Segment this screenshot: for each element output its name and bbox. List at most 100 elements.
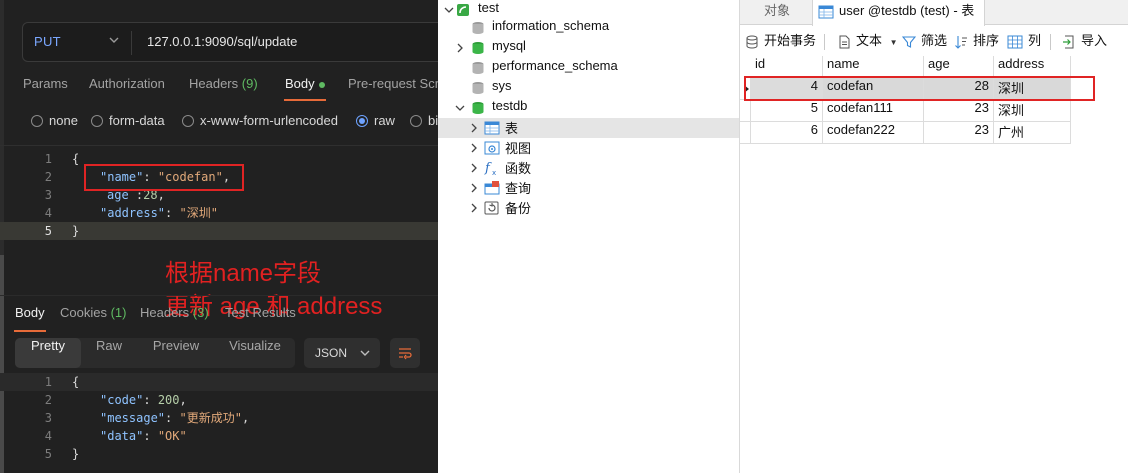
json-key: "code" bbox=[100, 393, 144, 407]
code-line: 3 "message": "更新成功", bbox=[0, 409, 438, 427]
json-sep: : bbox=[165, 411, 180, 425]
resp-tab-body[interactable]: Body bbox=[15, 305, 45, 320]
chevron-down-icon[interactable] bbox=[358, 346, 372, 360]
view-pretty[interactable]: Pretty bbox=[15, 338, 81, 368]
tree-db-mysql[interactable]: mysql bbox=[438, 38, 739, 58]
chevron-right-icon[interactable] bbox=[468, 142, 480, 154]
toolbar-label: 列 bbox=[1028, 33, 1042, 48]
cookies-count: (1) bbox=[110, 305, 127, 320]
tab-body[interactable]: Body bbox=[285, 76, 325, 91]
column-header-name[interactable]: name bbox=[823, 56, 924, 78]
radio-none[interactable]: none bbox=[31, 113, 78, 128]
chevron-down-icon[interactable] bbox=[443, 4, 455, 16]
table-cell[interactable]: 23 bbox=[924, 122, 994, 144]
table-cell[interactable]: 5 bbox=[751, 100, 823, 122]
svg-text:x: x bbox=[492, 169, 496, 176]
code-text: "address": "深圳" bbox=[100, 204, 218, 222]
radio-label: form-data bbox=[109, 113, 165, 128]
chevron-right-icon[interactable] bbox=[454, 42, 466, 54]
chevron-right-icon[interactable] bbox=[468, 122, 480, 134]
table-cell[interactable]: 广州 bbox=[994, 122, 1071, 144]
grid-toolbar: 开始事务 文本 ▼ 筛选 排序 列 导入 bbox=[740, 30, 1128, 54]
line-number: 4 bbox=[44, 429, 52, 443]
table-cell[interactable]: codefan222 bbox=[823, 122, 924, 144]
column-header-age[interactable]: age bbox=[924, 56, 994, 78]
tree-db-testdb[interactable]: testdb bbox=[438, 98, 739, 118]
chevron-down-icon[interactable] bbox=[107, 33, 121, 47]
code-line: 1 { bbox=[0, 373, 438, 391]
radio-circle bbox=[410, 114, 422, 127]
tab-params[interactable]: Params bbox=[23, 76, 68, 91]
tab-user-table[interactable]: user @testdb (test) - 表 bbox=[812, 0, 986, 26]
tree-connection-test[interactable]: test bbox=[438, 0, 739, 20]
line-number: 4 bbox=[44, 206, 52, 220]
tree-node-views[interactable]: 视图 bbox=[438, 138, 739, 158]
method-select[interactable]: PUT bbox=[34, 34, 61, 49]
table-cell[interactable]: 6 bbox=[751, 122, 823, 144]
sort-button[interactable]: 排序 bbox=[954, 30, 999, 54]
code-text: "data": "OK" bbox=[100, 427, 187, 445]
table-cell[interactable]: 深圳 bbox=[994, 100, 1071, 122]
resp-tab-headers[interactable]: Headers (3) bbox=[140, 305, 209, 320]
wrap-lines-icon bbox=[399, 348, 412, 360]
column-header-address[interactable]: address bbox=[994, 56, 1071, 78]
json-key: "address" bbox=[100, 206, 166, 220]
api-client-panel: PUT 127.0.0.1:9090/sql/update Params Aut… bbox=[0, 0, 438, 473]
database-icon bbox=[472, 22, 484, 34]
tree-node-queries[interactable]: 查询 bbox=[438, 178, 739, 198]
tree-label: performance_schema bbox=[492, 58, 618, 73]
row-selector[interactable] bbox=[740, 100, 751, 122]
toolbar-label: 开始事务 bbox=[764, 33, 817, 48]
toolbar-label: 文本 bbox=[856, 33, 883, 48]
tab-objects[interactable]: 对象 bbox=[754, 0, 800, 25]
code-text: "message": "更新成功", bbox=[100, 409, 249, 427]
chevron-right-icon[interactable] bbox=[468, 202, 480, 214]
database-icon bbox=[472, 42, 484, 54]
annotation-line-1: 根据name字段 bbox=[165, 260, 322, 287]
json-value: "OK" bbox=[157, 429, 187, 443]
radio-binary[interactable]: bi bbox=[410, 113, 438, 128]
chevron-right-icon[interactable] bbox=[468, 162, 480, 174]
tab-pre-request-script[interactable]: Pre-request Scr bbox=[348, 76, 438, 91]
columns-icon bbox=[1007, 35, 1023, 49]
row-selector[interactable] bbox=[740, 122, 751, 144]
view-preview[interactable]: Preview bbox=[140, 338, 212, 368]
columns-button[interactable]: 列 bbox=[1007, 30, 1041, 54]
wrap-lines-button[interactable] bbox=[390, 338, 420, 368]
line-number: 1 bbox=[44, 152, 52, 166]
chevron-down-icon[interactable] bbox=[454, 102, 466, 114]
tree-label: testdb bbox=[492, 98, 528, 113]
chevron-right-icon[interactable] bbox=[468, 182, 480, 194]
radio-label: none bbox=[49, 113, 78, 128]
json-sep: : bbox=[143, 393, 158, 407]
radio-raw[interactable]: raw bbox=[356, 113, 395, 128]
tree-node-functions[interactable]: fx 函数 bbox=[438, 158, 739, 178]
tab-headers[interactable]: Headers (9) bbox=[189, 76, 258, 91]
import-button[interactable]: 导入 bbox=[1062, 30, 1107, 54]
view-visualize[interactable]: Visualize bbox=[215, 338, 295, 368]
radio-label: bi bbox=[428, 113, 438, 128]
tree-db-performance-schema[interactable]: performance_schema bbox=[438, 58, 739, 78]
connection-tree: test information_schema mysql performanc… bbox=[438, 0, 740, 473]
tab-authorization[interactable]: Authorization bbox=[89, 76, 165, 91]
resp-tab-cookies-label: Cookies bbox=[60, 305, 107, 320]
view-raw[interactable]: Raw bbox=[81, 338, 137, 368]
url-input[interactable]: 127.0.0.1:9090/sql/update bbox=[147, 34, 297, 49]
database-icon bbox=[472, 62, 484, 74]
table-cell[interactable]: 23 bbox=[924, 100, 994, 122]
tree-node-tables[interactable]: 表 bbox=[438, 118, 739, 138]
resp-tab-cookies[interactable]: Cookies (1) bbox=[60, 305, 126, 320]
begin-transaction-button[interactable]: 开始事务 bbox=[745, 30, 816, 54]
table-cell[interactable]: codefan111 bbox=[823, 100, 924, 122]
resp-tab-test-results[interactable]: Test Results bbox=[225, 305, 296, 320]
radio-form-data[interactable]: form-data bbox=[91, 113, 165, 128]
tree-db-sys[interactable]: sys bbox=[438, 78, 739, 98]
radio-x-www-form-urlencoded[interactable]: x-www-form-urlencoded bbox=[182, 113, 338, 128]
tab-body-label: Body bbox=[285, 76, 315, 91]
toolbar-label: 筛选 bbox=[921, 33, 948, 48]
tree-db-information-schema[interactable]: information_schema bbox=[438, 18, 739, 38]
tree-node-backups[interactable]: 备份 bbox=[438, 198, 739, 218]
column-header-id[interactable]: id bbox=[751, 56, 823, 78]
text-button[interactable]: 文本 ▼ bbox=[837, 30, 898, 54]
filter-button[interactable]: 筛选 bbox=[902, 30, 947, 54]
